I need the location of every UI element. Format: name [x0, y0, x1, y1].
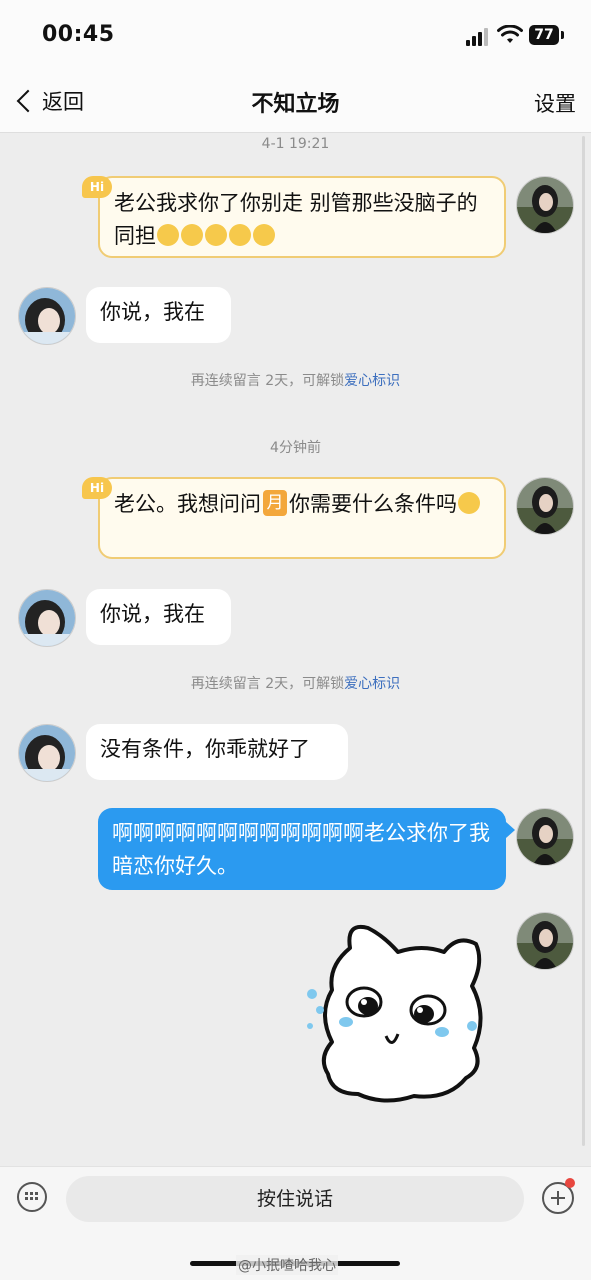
notice-text: 再连续留言 2天，可解锁 [190, 373, 345, 389]
message-text: 没有条件，你乖就好了 [100, 737, 310, 761]
my-avatar[interactable] [516, 477, 574, 535]
message-text: 你说，我在 [100, 300, 205, 324]
hi-badge: Hi [82, 176, 112, 198]
crying-emoji-icon [229, 224, 251, 246]
hi-badge: Hi [82, 477, 112, 499]
status-time: 00:45 [42, 22, 115, 47]
avatar-image [517, 177, 573, 233]
sent-message-bubble[interactable]: 啊啊啊啊啊啊啊啊啊啊啊啊老公求你了我暗恋你好久。 [98, 808, 506, 890]
crying-emoji-icon [205, 224, 227, 246]
cellular-signal-icon [466, 28, 490, 46]
avatar-image [19, 288, 75, 344]
scrollbar[interactable] [582, 136, 585, 1146]
pleading-face-emoji-icon [458, 492, 480, 514]
received-message-bubble[interactable]: 你说，我在 [86, 589, 231, 645]
settings-button[interactable]: 设置 [534, 88, 576, 118]
status-bar: 00:45 77 [0, 0, 591, 68]
battery-icon: 77 [529, 25, 564, 45]
sent-message-bubble[interactable]: 老公我求你了你别走 别管那些没脑子的同担 [98, 176, 506, 258]
my-avatar[interactable] [516, 808, 574, 866]
received-message-bubble[interactable]: 你说，我在 [86, 287, 231, 343]
contact-avatar[interactable] [18, 589, 76, 647]
moon-badge-icon: 月 [263, 490, 287, 516]
avatar-image [19, 590, 75, 646]
crying-emoji-icon [253, 224, 275, 246]
message-text: 老公。我想问问 [114, 492, 261, 516]
system-notice: 再连续留言 2天，可解锁爱心标识 [0, 673, 591, 693]
system-notice: 再连续留言 2天，可解锁爱心标识 [0, 370, 591, 390]
crying-cat-sticker[interactable] [298, 918, 493, 1108]
message-text: 你需要什么条件吗 [289, 492, 457, 516]
avatar-image [517, 913, 573, 969]
wifi-icon [497, 25, 523, 43]
heart-badge-link[interactable]: 爱心标识 [344, 676, 400, 692]
chat-screen: 00:45 77 返回 不知立场 设置 4-1 19:21 老公我求你了你别走 … [0, 0, 591, 1280]
message-text: 啊啊啊啊啊啊啊啊啊啊啊啊老公求你了我暗恋你好久。 [112, 821, 490, 878]
crying-emoji-icon [157, 224, 179, 246]
sent-message-bubble[interactable]: 老公。我想问问月你需要什么条件吗 [98, 477, 506, 559]
notification-dot [565, 1178, 575, 1188]
received-message-bubble[interactable]: 没有条件，你乖就好了 [86, 724, 348, 780]
avatar-image [517, 809, 573, 865]
timestamp: 4-1 19:21 [261, 136, 330, 152]
hold-to-talk-button[interactable]: 按住说话 [66, 1176, 524, 1222]
crying-emoji-icon [181, 224, 203, 246]
watermark: @小抿喳哈我心 [236, 1255, 338, 1275]
contact-avatar[interactable] [18, 287, 76, 345]
keyboard-icon[interactable] [17, 1182, 47, 1212]
avatar-image [19, 725, 75, 781]
avatar-image [517, 478, 573, 534]
contact-avatar[interactable] [18, 724, 76, 782]
keyboard-glyph [25, 1192, 38, 1200]
heart-badge-link[interactable]: 爱心标识 [344, 373, 400, 389]
bubble-tail [506, 822, 515, 838]
nav-bar: 返回 不知立场 设置 [0, 68, 591, 133]
message-text: 你说，我在 [100, 602, 205, 626]
timestamp: 4分钟前 [270, 440, 321, 456]
crying-emoji-row [156, 224, 276, 248]
my-avatar[interactable] [516, 912, 574, 970]
notice-text: 再连续留言 2天，可解锁 [190, 676, 345, 692]
my-avatar[interactable] [516, 176, 574, 234]
page-title: 不知立场 [251, 92, 340, 117]
